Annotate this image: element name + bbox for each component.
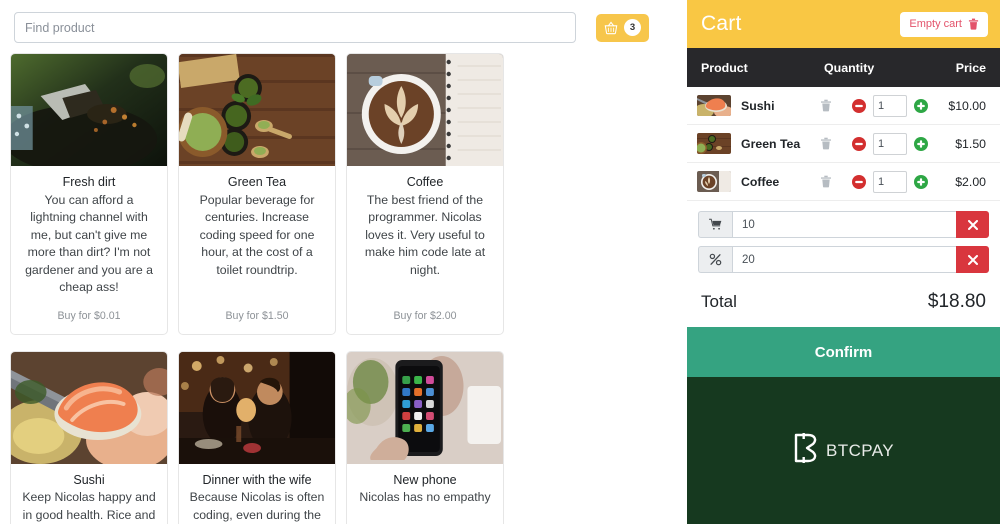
decrement-quantity-icon[interactable] (852, 136, 866, 151)
cart-item-thumbnail-sushi (697, 95, 731, 116)
cart-item-thumbnail-coffee (697, 171, 731, 192)
btcpay-label: BTCPAY (826, 440, 894, 460)
product-description: Keep Nicolas happy and in good health. R… (22, 490, 156, 522)
product-description: Because Nicolas is often coding, even du… (189, 490, 325, 522)
product-card-body: New phone Nicolas has no empathy (347, 464, 503, 524)
shop-toolbar: 3 (0, 0, 687, 53)
cart-item-thumbnail-green-tea (697, 133, 731, 154)
product-description: Popular beverage for centuries. Increase… (199, 192, 315, 277)
cart-title: Cart (701, 12, 742, 35)
cart-item-name: Coffee (741, 174, 780, 189)
product-card[interactable]: New phone Nicolas has no empathy (346, 350, 504, 524)
btcpay-mark-icon (793, 433, 819, 468)
product-buy-label[interactable]: Buy for $0.01 (20, 297, 158, 322)
product-image-soil-shovel (11, 54, 167, 166)
cart-row: Green Tea 1 $1.50 (687, 125, 1000, 163)
cart-item-price: $10.00 (948, 98, 986, 113)
cart-table-header: Product Quantity Price (687, 48, 1000, 87)
decrement-quantity-icon[interactable] (852, 98, 866, 113)
product-card-body: Coffee The best friend of the programmer… (347, 166, 503, 334)
shop-panel: 3 (0, 0, 687, 524)
column-header-quantity: Quantity (824, 60, 875, 75)
product-card[interactable]: Dinner with the wife Because Nicolas is … (178, 350, 336, 524)
product-image-latte-art (347, 54, 503, 166)
delete-extra-button[interactable] (956, 211, 989, 238)
total-value: $18.80 (927, 291, 986, 312)
column-header-price: Price (955, 60, 986, 75)
confirm-button[interactable]: Confirm (687, 327, 1000, 377)
quantity-input[interactable] (873, 94, 907, 117)
product-card[interactable]: Fresh dirt You can afford a lightning ch… (10, 53, 168, 335)
product-buy-label[interactable]: Buy for $1.50 (188, 297, 326, 322)
product-description: The best friend of the programmer. Nicol… (364, 192, 486, 277)
quantity-input[interactable] (873, 132, 907, 155)
product-image-salmon-sushi (11, 351, 167, 464)
cart-header: Cart Empty cart (687, 0, 1000, 48)
product-title: Dinner with the wife (202, 472, 312, 487)
basket-icon (604, 21, 618, 35)
increment-quantity-icon[interactable] (914, 174, 928, 189)
product-card-body: Green Tea Popular beverage for centuries… (179, 166, 335, 334)
column-header-product: Product (701, 60, 748, 75)
product-description: Nicolas has no empathy (359, 490, 491, 505)
product-card-body: Dinner with the wife Because Nicolas is … (179, 464, 335, 524)
delete-extra-button[interactable] (956, 246, 989, 273)
cart-toggle-button[interactable]: 3 (596, 13, 649, 42)
increment-quantity-icon[interactable] (914, 136, 928, 151)
cart-item-name: Sushi (741, 98, 775, 113)
extra-field-row (698, 246, 989, 273)
percent-icon (698, 246, 732, 273)
cart-item-count: 3 (624, 19, 641, 36)
cart-item-price: $1.50 (955, 136, 986, 151)
extra-percent-input[interactable] (732, 246, 956, 273)
total-label: Total (701, 292, 737, 311)
cart-extra-fields (687, 201, 1000, 281)
remove-item-icon[interactable] (820, 175, 832, 188)
product-card[interactable]: Coffee The best friend of the programmer… (346, 53, 504, 335)
product-card[interactable]: Sushi Keep Nicolas happy and in good hea… (10, 350, 168, 524)
quantity-input[interactable] (873, 170, 907, 193)
product-title: New phone (393, 472, 457, 487)
cart-row: Sushi 1 $10.00 (687, 87, 1000, 125)
cart-item-price: $2.00 (955, 174, 986, 189)
product-image-couple-dinner (179, 351, 335, 464)
remove-item-icon[interactable] (820, 99, 832, 112)
product-card-body: Fresh dirt You can afford a lightning ch… (11, 166, 167, 334)
product-buy-label[interactable]: Buy for $2.00 (356, 297, 494, 322)
trash-icon (968, 18, 979, 30)
remove-item-icon[interactable] (820, 137, 832, 150)
cart-row: Coffee 1 $2.00 (687, 163, 1000, 201)
cart-panel: Cart Empty cart Product Quantity Price S… (687, 0, 1000, 524)
product-image-smartphone-hand (347, 351, 503, 464)
product-card[interactable]: Green Tea Popular beverage for centuries… (178, 53, 336, 335)
product-grid: Fresh dirt You can afford a lightning ch… (0, 53, 687, 524)
product-card-body: Sushi Keep Nicolas happy and in good hea… (11, 464, 167, 524)
product-description: You can afford a lightning channel with … (25, 192, 153, 295)
extra-amount-input[interactable] (732, 211, 956, 238)
btcpay-logo[interactable]: BTCPAY (687, 377, 1000, 524)
decrement-quantity-icon[interactable] (852, 174, 866, 189)
empty-cart-label: Empty cart (909, 18, 962, 30)
cart-total-row: Total $18.80 (687, 281, 1000, 327)
product-image-matcha-bowls (179, 54, 335, 166)
product-title: Coffee (406, 175, 444, 189)
cart-icon (698, 211, 732, 238)
cart-item-list: Sushi 1 $10.00 Green Tea 1 $1.50 Coffee … (687, 87, 1000, 201)
product-title: Sushi (73, 472, 105, 487)
extra-field-row (698, 211, 989, 238)
empty-cart-button[interactable]: Empty cart (900, 11, 988, 37)
shop-app: 3 (0, 0, 1000, 524)
search-input[interactable] (14, 12, 576, 43)
cart-item-name: Green Tea (741, 136, 801, 151)
increment-quantity-icon[interactable] (914, 98, 928, 113)
product-title: Green Tea (227, 175, 287, 189)
product-title: Fresh dirt (62, 175, 116, 189)
